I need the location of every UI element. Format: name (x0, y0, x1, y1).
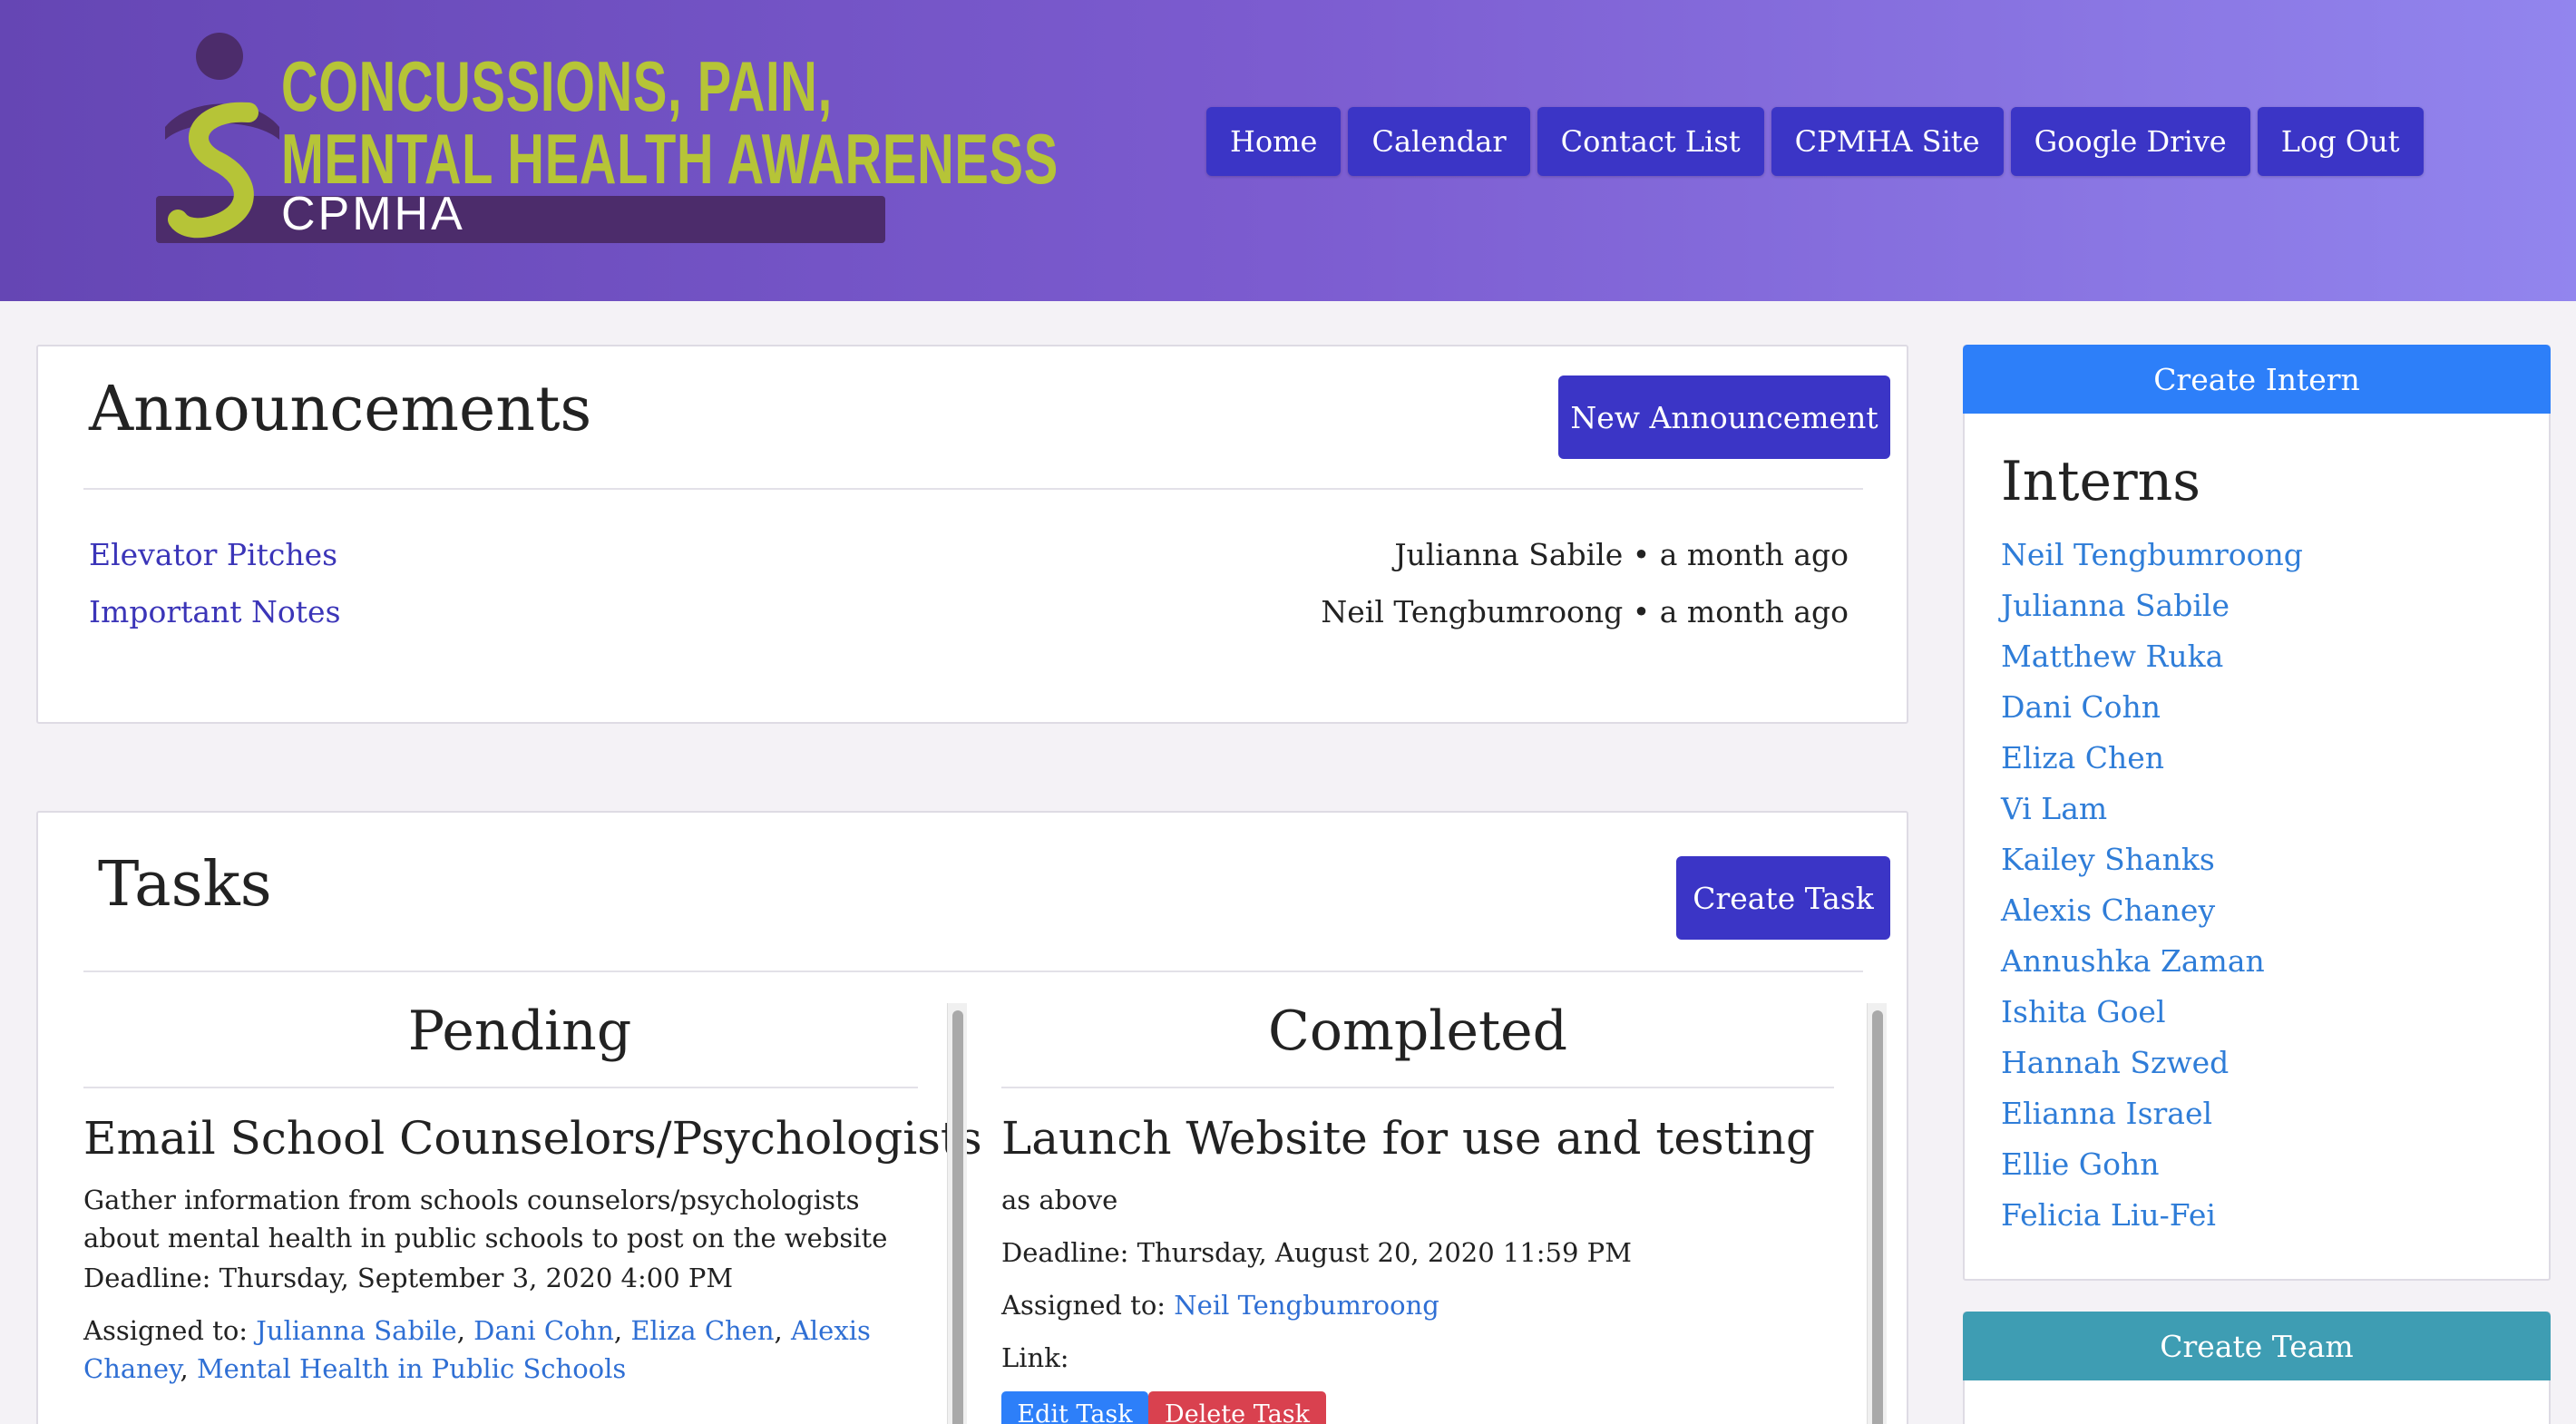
assignee-link[interactable]: Eliza Chen (630, 1315, 774, 1346)
create-intern-button[interactable]: Create Intern (1963, 345, 2551, 414)
separator: , (456, 1315, 465, 1346)
assigned-label: Assigned to: (83, 1315, 249, 1346)
announcement-link-important-notes[interactable]: Important Notes (89, 594, 341, 629)
create-team-button[interactable]: Create Team (1963, 1312, 2551, 1380)
assigned-label: Assigned to: (1001, 1290, 1166, 1321)
pending-scrollbar[interactable] (947, 1003, 967, 1424)
tasks-card: Tasks Create Task Pending Email School C… (36, 811, 1908, 1424)
nav-contact-list-button[interactable]: Contact List (1537, 107, 1764, 176)
nav-google-drive-button[interactable]: Google Drive (2010, 107, 2250, 176)
nav-home-button[interactable]: Home (1206, 107, 1342, 176)
pending-task-title: Email School Counselors/Psychologists (83, 1112, 982, 1165)
team-link[interactable]: Mental Health in Public Schools (197, 1353, 626, 1384)
intern-link[interactable]: Elianna Israel (2001, 1088, 2527, 1139)
nav-cpmha-site-button[interactable]: CPMHA Site (1771, 107, 2004, 176)
completed-task-assignees: Assigned to: Neil Tengbumroong (1001, 1286, 1818, 1324)
teams-card: Create Team (1963, 1312, 2551, 1424)
pending-column: Pending Email School Counselors/Psycholo… (83, 1000, 982, 1424)
intern-link[interactable]: Ellie Gohn (2001, 1139, 2527, 1190)
completed-task-link-label: Link: (1001, 1342, 1069, 1373)
edit-task-button[interactable]: Edit Task (1001, 1391, 1148, 1424)
intern-link[interactable]: Ishita Goel (2001, 987, 2527, 1038)
completed-column: Completed Launch Website for use and tes… (1001, 1000, 1874, 1424)
pending-scrollbar-thumb[interactable] (952, 1010, 963, 1424)
intern-link[interactable]: Dani Cohn (2001, 682, 2527, 733)
intern-link[interactable]: Matthew Ruka (2001, 631, 2527, 682)
separator: , (613, 1315, 623, 1346)
pending-task-deadline: Deadline: Thursday, September 3, 2020 4:… (83, 1263, 734, 1293)
new-announcement-button[interactable]: New Announcement (1558, 376, 1890, 459)
logo-acronym: CPMHA (281, 188, 465, 240)
announcements-card: Announcements New Announcement Elevator … (36, 345, 1908, 724)
pending-task-description: Gather information from schools counselo… (83, 1185, 888, 1253)
main-nav: Home Calendar Contact List CPMHA Site Go… (1206, 107, 2431, 176)
interns-list: Neil Tengbumroong Julianna Sabile Matthe… (2001, 530, 2527, 1241)
assignee-link[interactable]: Dani Cohn (473, 1315, 614, 1346)
intern-link[interactable]: Eliza Chen (2001, 733, 2527, 784)
delete-task-button[interactable]: Delete Task (1148, 1391, 1326, 1424)
completed-scrollbar-thumb[interactable] (1872, 1010, 1883, 1424)
interns-title: Interns (2001, 450, 2201, 513)
nav-calendar-button[interactable]: Calendar (1348, 107, 1530, 176)
completed-task-deadline: Deadline: Thursday, August 20, 2020 11:5… (1001, 1237, 1632, 1268)
separator: , (774, 1315, 783, 1346)
intern-link[interactable]: Annushka Zaman (2001, 936, 2527, 987)
completed-scrollbar[interactable] (1867, 1003, 1887, 1424)
assignee-link[interactable]: Neil Tengbumroong (1174, 1290, 1439, 1321)
meditation-figure-icon (165, 33, 279, 239)
pending-task-assignees: Assigned to: Julianna Sabile, Dani Cohn,… (83, 1312, 927, 1388)
create-task-button[interactable]: Create Task (1676, 856, 1890, 940)
pending-divider (83, 1087, 918, 1088)
intern-link[interactable]: Kailey Shanks (2001, 834, 2527, 885)
announcements-divider (83, 488, 1863, 490)
nav-log-out-button[interactable]: Log Out (2257, 107, 2424, 176)
intern-link[interactable]: Neil Tengbumroong (2001, 530, 2527, 580)
completed-heading: Completed (1267, 1000, 1568, 1063)
tasks-title: Tasks (98, 849, 272, 921)
assignee-link[interactable]: Julianna Sabile (256, 1315, 456, 1346)
intern-link[interactable]: Julianna Sabile (2001, 580, 2527, 631)
cpmha-logo[interactable]: CONCUSSIONS, PAIN, MENTAL HEALTH AWARENE… (154, 25, 1058, 245)
completed-task-title: Launch Website for use and testing (1001, 1112, 1815, 1165)
announcement-link-elevator-pitches[interactable]: Elevator Pitches (89, 537, 337, 572)
intern-link[interactable]: Vi Lam (2001, 784, 2527, 834)
announcement-meta: Julianna Sabile • a month ago (1394, 537, 1849, 572)
completed-divider (1001, 1087, 1834, 1088)
intern-link[interactable]: Hannah Szwed (2001, 1038, 2527, 1088)
intern-link[interactable]: Felicia Liu-Fei (2001, 1190, 2527, 1241)
completed-task-description: as above (1001, 1185, 1118, 1215)
site-header: CONCUSSIONS, PAIN, MENTAL HEALTH AWARENE… (0, 0, 2576, 301)
interns-card: Create Intern Interns Neil Tengbumroong … (1963, 345, 2551, 1281)
separator: , (180, 1353, 189, 1384)
announcement-meta: Neil Tengbumroong • a month ago (1321, 594, 1849, 629)
announcements-title: Announcements (89, 374, 592, 445)
intern-link[interactable]: Alexis Chaney (2001, 885, 2527, 936)
tasks-divider (83, 970, 1863, 972)
pending-heading: Pending (407, 1000, 632, 1063)
logo-line-1: CONCUSSIONS, PAIN, (281, 46, 833, 126)
